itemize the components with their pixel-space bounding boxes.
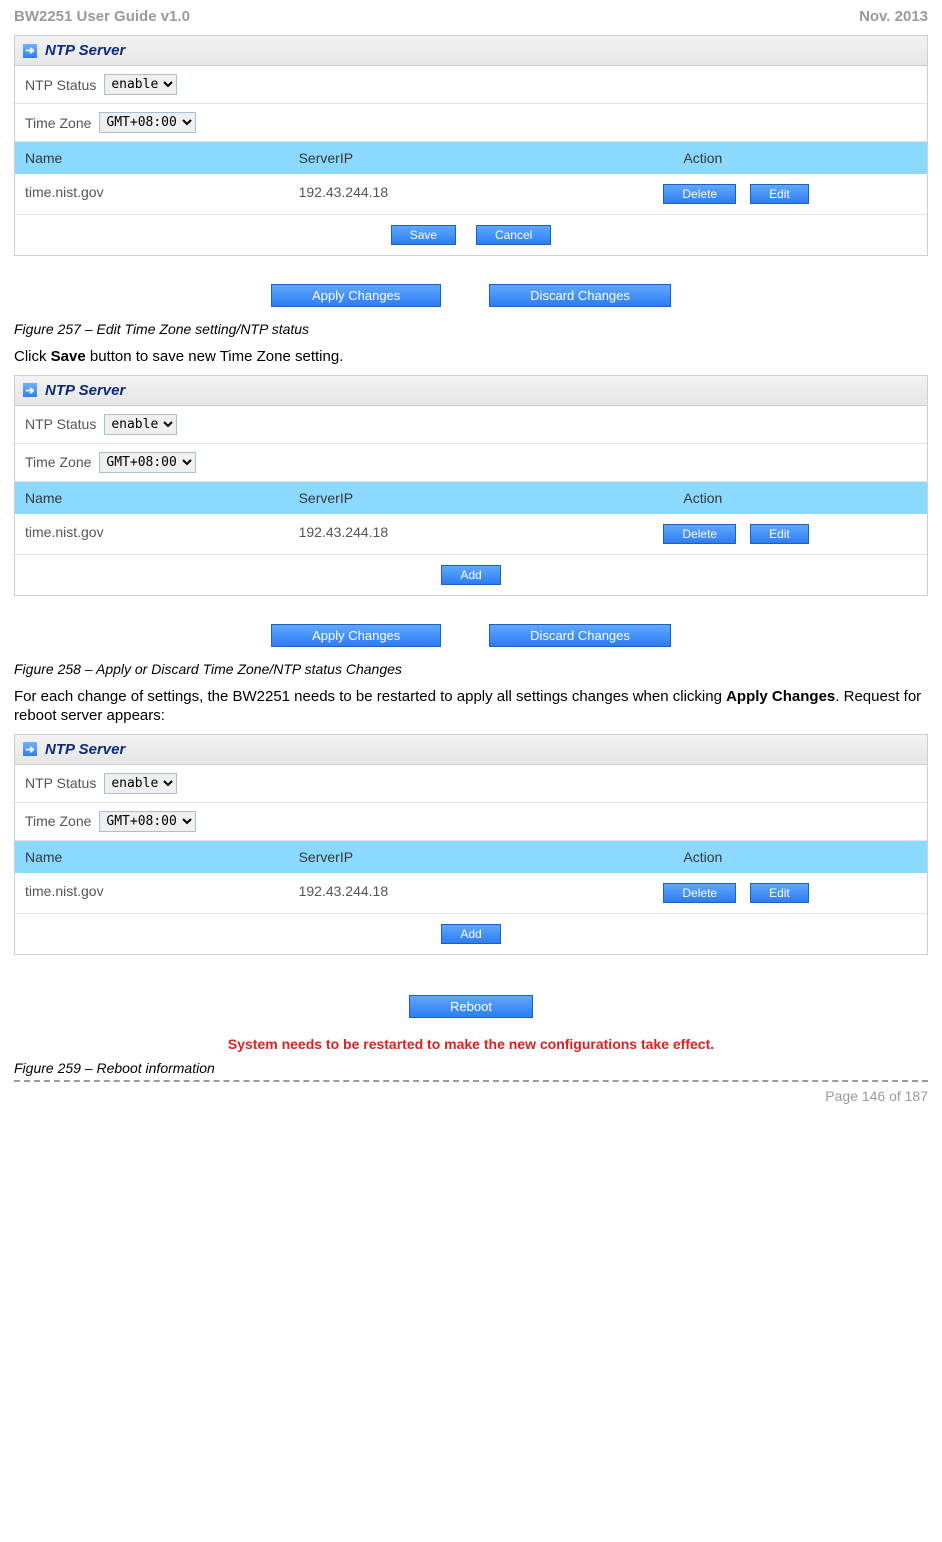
table-row: time.nist.gov 192.43.244.18 Delete Edit [15, 514, 927, 555]
ntp-panel-3: ➔ NTP Server NTP Status enable Time Zone… [14, 734, 928, 955]
reboot-bar: Reboot [14, 995, 928, 1018]
apply-changes-button[interactable]: Apply Changes [271, 624, 441, 647]
ntp-status-row: NTP Status enable [15, 765, 927, 803]
ntp-panel-2: ➔ NTP Server NTP Status enable Time Zone… [14, 375, 928, 596]
timezone-label: Time Zone [25, 813, 91, 829]
add-row: Add [15, 555, 927, 595]
col-ip: ServerIP [289, 482, 654, 514]
panel-title: ➔ NTP Server [15, 376, 927, 406]
page-footer: Page 146 of 187 [14, 1080, 928, 1104]
col-name: Name [15, 142, 289, 174]
panel-title: ➔ NTP Server [15, 735, 927, 765]
panel-title-text: NTP Server [45, 42, 125, 59]
table-header: Name ServerIP Action [15, 142, 927, 174]
click-save-text: Click Save button to save new Time Zone … [14, 347, 928, 367]
reboot-button[interactable]: Reboot [409, 995, 533, 1018]
discard-changes-button[interactable]: Discard Changes [489, 284, 671, 307]
table-row: time.nist.gov 192.43.244.18 Delete Edit [15, 174, 927, 215]
ntp-status-select[interactable]: enable [104, 773, 177, 794]
timezone-row: Time Zone GMT+08:00 [15, 444, 927, 482]
edit-button[interactable]: Edit [750, 184, 809, 204]
col-action: Action [653, 841, 927, 873]
ntp-status-select[interactable]: enable [104, 414, 177, 435]
delete-button[interactable]: Delete [663, 524, 736, 544]
timezone-row: Time Zone GMT+08:00 [15, 104, 927, 142]
panel-title-text: NTP Server [45, 741, 125, 758]
cell-action: Delete Edit [653, 873, 927, 913]
cell-ip: 192.43.244.18 [289, 873, 654, 913]
timezone-label: Time Zone [25, 454, 91, 470]
discard-changes-button[interactable]: Discard Changes [489, 624, 671, 647]
table-row: time.nist.gov 192.43.244.18 Delete Edit [15, 873, 927, 914]
cell-action: Delete Edit [653, 174, 927, 214]
cell-ip: 192.43.244.18 [289, 514, 654, 554]
figure-259-caption: Figure 259 – Reboot information [14, 1060, 928, 1076]
cell-name: time.nist.gov [15, 174, 289, 214]
ntp-status-row: NTP Status enable [15, 66, 927, 104]
figure-258-caption: Figure 258 – Apply or Discard Time Zone/… [14, 661, 928, 677]
timezone-label: Time Zone [25, 115, 91, 131]
timezone-row: Time Zone GMT+08:00 [15, 803, 927, 841]
cell-name: time.nist.gov [15, 873, 289, 913]
ntp-status-label: NTP Status [25, 416, 96, 432]
add-row: Add [15, 914, 927, 954]
apply-changes-button[interactable]: Apply Changes [271, 284, 441, 307]
figure-257-caption: Figure 257 – Edit Time Zone setting/NTP … [14, 321, 928, 337]
cancel-button[interactable]: Cancel [476, 225, 551, 245]
ntp-status-label: NTP Status [25, 77, 96, 93]
reboot-message: System needs to be restarted to make the… [14, 1036, 928, 1052]
arrow-right-icon: ➔ [23, 742, 37, 756]
header-right: Nov. 2013 [859, 8, 928, 25]
timezone-select[interactable]: GMT+08:00 [99, 112, 196, 133]
apply-discard-bar-2: Apply Changes Discard Changes [14, 624, 928, 647]
arrow-right-icon: ➔ [23, 44, 37, 58]
col-name: Name [15, 841, 289, 873]
add-button[interactable]: Add [441, 924, 500, 944]
table-header: Name ServerIP Action [15, 841, 927, 873]
ntp-status-label: NTP Status [25, 775, 96, 791]
ntp-status-row: NTP Status enable [15, 406, 927, 444]
delete-button[interactable]: Delete [663, 184, 736, 204]
col-ip: ServerIP [289, 142, 654, 174]
page-header: BW2251 User Guide v1.0 Nov. 2013 [14, 8, 928, 25]
timezone-select[interactable]: GMT+08:00 [99, 452, 196, 473]
col-action: Action [653, 142, 927, 174]
timezone-select[interactable]: GMT+08:00 [99, 811, 196, 832]
panel-title-text: NTP Server [45, 382, 125, 399]
ntp-status-select[interactable]: enable [104, 74, 177, 95]
cell-name: time.nist.gov [15, 514, 289, 554]
col-ip: ServerIP [289, 841, 654, 873]
add-button[interactable]: Add [441, 565, 500, 585]
cell-ip: 192.43.244.18 [289, 174, 654, 214]
save-button[interactable]: Save [391, 225, 456, 245]
cell-action: Delete Edit [653, 514, 927, 554]
panel-title: ➔ NTP Server [15, 36, 927, 66]
edit-button[interactable]: Edit [750, 883, 809, 903]
edit-button[interactable]: Edit [750, 524, 809, 544]
apply-discard-bar-1: Apply Changes Discard Changes [14, 284, 928, 307]
apply-changes-text: For each change of settings, the BW2251 … [14, 687, 928, 726]
page-number: Page 146 of 187 [825, 1088, 928, 1104]
header-left: BW2251 User Guide v1.0 [14, 8, 190, 25]
col-action: Action [653, 482, 927, 514]
arrow-right-icon: ➔ [23, 383, 37, 397]
save-cancel-row: Save Cancel [15, 215, 927, 255]
delete-button[interactable]: Delete [663, 883, 736, 903]
col-name: Name [15, 482, 289, 514]
ntp-panel-1: ➔ NTP Server NTP Status enable Time Zone… [14, 35, 928, 256]
table-header: Name ServerIP Action [15, 482, 927, 514]
